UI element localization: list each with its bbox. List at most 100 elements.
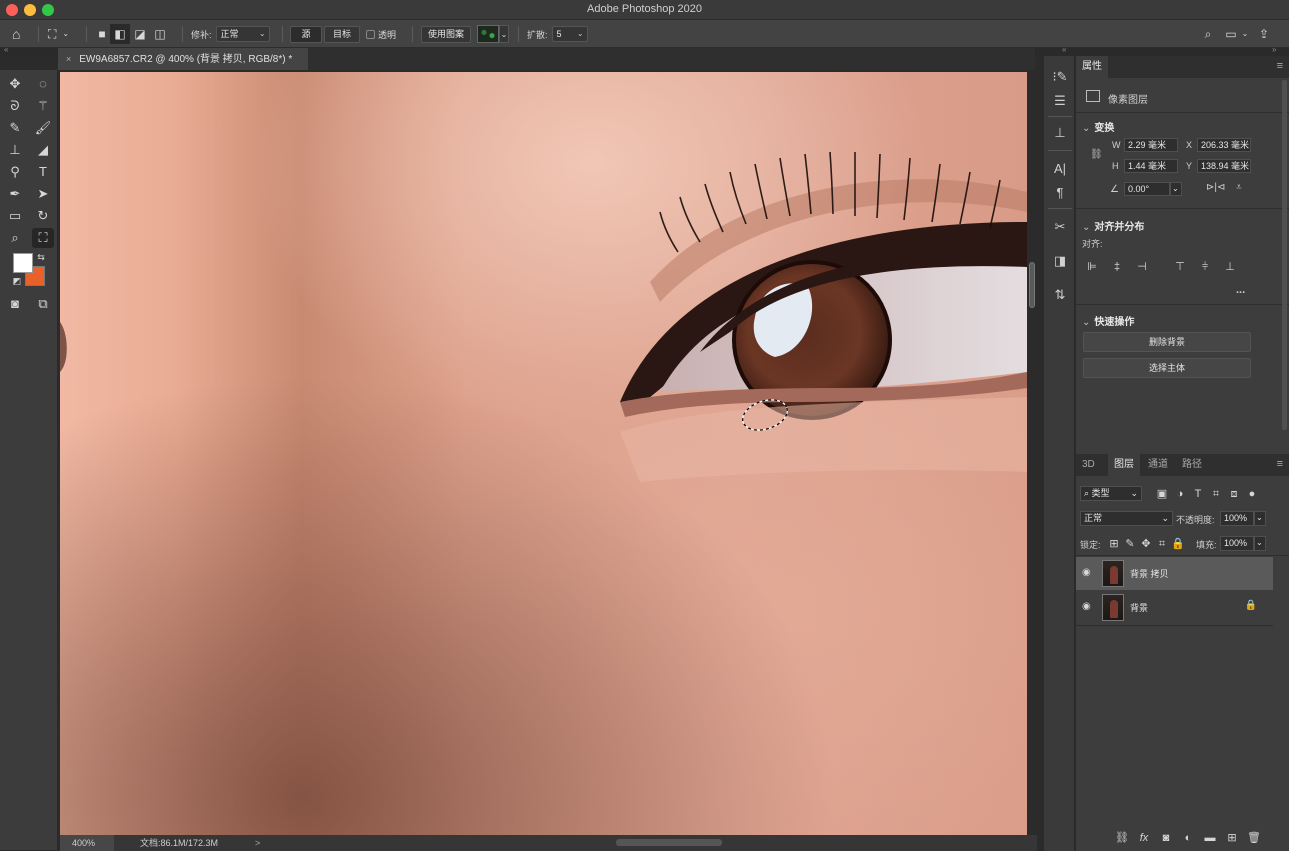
history-icon[interactable]: ⇅ bbox=[1048, 284, 1072, 306]
lock-transparent-icon[interactable]: ⊞ bbox=[1106, 536, 1122, 552]
patch-tool-icon[interactable]: ⛶ bbox=[32, 228, 54, 248]
add-to-selection-icon[interactable]: ◧ bbox=[110, 24, 130, 44]
patch-tool-preset-icon[interactable]: ⛶ bbox=[48, 24, 56, 44]
link-layers-icon[interactable]: ⛓ bbox=[1114, 830, 1130, 846]
magic-wand-tool-icon[interactable]: ⚚ bbox=[32, 96, 54, 116]
fx-icon[interactable]: fx bbox=[1136, 830, 1152, 846]
status-menu-arrow[interactable]: > bbox=[255, 835, 260, 851]
clone-source-icon[interactable]: ⊥ bbox=[1048, 122, 1072, 144]
type-tool-icon[interactable]: T bbox=[32, 162, 54, 182]
align-bottom-icon[interactable]: ⊥ bbox=[1222, 259, 1238, 275]
character-icon[interactable]: A| bbox=[1048, 158, 1072, 180]
tab-properties[interactable]: 属性 bbox=[1076, 56, 1108, 78]
tab-layers[interactable]: 图层 bbox=[1108, 454, 1140, 476]
pen-tool-icon[interactable]: ✒ bbox=[4, 184, 26, 204]
chevron-down-icon[interactable]: ⌄ bbox=[499, 25, 509, 43]
document-canvas[interactable] bbox=[60, 72, 1027, 835]
search-icon[interactable]: ⌕ bbox=[1198, 24, 1218, 44]
new-layer-icon[interactable]: ⊞ bbox=[1224, 830, 1240, 846]
tab-3d[interactable]: 3D bbox=[1076, 454, 1101, 476]
foreground-color-swatch[interactable] bbox=[13, 253, 33, 273]
add-mask-icon[interactable]: ◙ bbox=[1158, 830, 1174, 846]
subtract-selection-icon[interactable]: ◪ bbox=[130, 24, 150, 44]
opacity-field[interactable]: 100% bbox=[1220, 511, 1254, 526]
close-tab-icon[interactable]: × bbox=[66, 54, 71, 64]
chevron-down-icon[interactable]: ⌄ bbox=[1254, 511, 1266, 526]
chevron-down-icon[interactable]: ⌄ bbox=[1254, 536, 1266, 551]
brush-tool-icon[interactable]: 🖌 bbox=[32, 118, 54, 138]
quick-mask-icon[interactable]: ◙ bbox=[4, 294, 26, 314]
pattern-swatch[interactable] bbox=[477, 25, 499, 43]
zoom-tool-icon[interactable]: ⌕ bbox=[4, 228, 26, 248]
patch-mode-select[interactable]: 正常 ⌄ bbox=[215, 26, 270, 42]
clone-stamp-tool-icon[interactable]: ⊥ bbox=[4, 140, 26, 160]
layer-filter-select[interactable]: ⌕ 类型 ⌄ bbox=[1080, 486, 1142, 501]
workspace-icon[interactable]: ▭ bbox=[1222, 24, 1240, 44]
properties-scrollbar[interactable] bbox=[1282, 80, 1287, 430]
collapse-left-icon[interactable]: « bbox=[4, 45, 8, 54]
layer-row-background[interactable]: ◉ 背景 🔒 bbox=[1076, 591, 1273, 624]
width-field[interactable]: 2.29 毫米 bbox=[1124, 138, 1178, 152]
lock-position-icon[interactable]: ✥ bbox=[1138, 536, 1154, 552]
flip-vertical-icon[interactable]: ⩡ bbox=[1236, 182, 1242, 193]
source-button[interactable]: 源 bbox=[290, 25, 322, 43]
chevron-down-icon[interactable]: ⌄ bbox=[1240, 24, 1250, 44]
lock-image-icon[interactable]: ✎ bbox=[1122, 536, 1138, 552]
filter-pixel-icon[interactable]: ▣ bbox=[1154, 486, 1170, 502]
height-field[interactable]: 1.44 毫米 bbox=[1124, 159, 1178, 173]
remove-background-button[interactable]: 删除背景 bbox=[1083, 332, 1251, 352]
use-pattern-button[interactable]: 使用图案 bbox=[421, 25, 471, 43]
align-right-icon[interactable]: ⊣ bbox=[1134, 259, 1150, 275]
filter-adjustment-icon[interactable]: ◑ bbox=[1172, 486, 1188, 502]
horizontal-scroll-thumb[interactable] bbox=[616, 839, 722, 846]
eraser-tool-icon[interactable]: ◢ bbox=[32, 140, 54, 160]
align-vertical-center-icon[interactable]: ⫩ bbox=[1197, 259, 1213, 275]
angle-field[interactable]: 0.00° bbox=[1124, 182, 1170, 196]
panel-menu-icon[interactable]: ≡ bbox=[1277, 458, 1283, 470]
intersect-selection-icon[interactable]: ◫ bbox=[150, 24, 170, 44]
new-group-icon[interactable]: ▬ bbox=[1202, 830, 1218, 846]
panel-menu-icon[interactable]: ≡ bbox=[1277, 60, 1283, 72]
visibility-eye-icon[interactable]: ◉ bbox=[1082, 601, 1091, 612]
diffusion-select[interactable]: 5 ⌄ bbox=[551, 26, 588, 42]
chevron-down-icon[interactable]: ⌄ bbox=[62, 24, 69, 44]
filter-shape-icon[interactable]: ⌗ bbox=[1208, 486, 1224, 502]
share-icon[interactable]: ⇪ bbox=[1254, 24, 1274, 44]
tool-presets-icon[interactable]: ✂ bbox=[1048, 216, 1072, 238]
brush-settings-icon[interactable]: ⁝✎ bbox=[1048, 66, 1072, 88]
x-field[interactable]: 206.33 毫米 bbox=[1197, 138, 1251, 152]
chevron-down-icon[interactable]: ⌄ bbox=[1170, 182, 1182, 196]
paragraph-icon[interactable]: ¶ bbox=[1048, 182, 1072, 204]
layer-row-background-copy[interactable]: ◉ 背景 拷贝 bbox=[1076, 557, 1273, 590]
home-icon[interactable]: ⌂ bbox=[12, 24, 20, 44]
swap-colors-icon[interactable]: ⇆ bbox=[34, 250, 48, 264]
rectangle-tool-icon[interactable]: ▭ bbox=[4, 206, 26, 226]
align-section-title[interactable]: ⌄ 对齐并分布 bbox=[1082, 218, 1144, 233]
link-icon[interactable]: ⛓ bbox=[1090, 149, 1103, 160]
lock-artboard-icon[interactable]: ⌗ bbox=[1154, 536, 1170, 552]
align-top-icon[interactable]: ⊤ bbox=[1172, 259, 1188, 275]
select-subject-button[interactable]: 选择主体 bbox=[1083, 358, 1251, 378]
libraries-icon[interactable]: ◨ bbox=[1048, 250, 1072, 272]
dodge-tool-icon[interactable]: ⚲ bbox=[4, 162, 26, 182]
more-options-icon[interactable]: ... bbox=[1236, 284, 1245, 296]
visibility-eye-icon[interactable]: ◉ bbox=[1082, 567, 1091, 578]
vertical-scroll-thumb[interactable] bbox=[1029, 262, 1035, 308]
new-selection-icon[interactable]: ■ bbox=[94, 24, 110, 44]
filter-toggle-icon[interactable]: ● bbox=[1244, 486, 1260, 502]
adjustments-sliders-icon[interactable]: ☰ bbox=[1048, 90, 1072, 112]
align-left-icon[interactable]: ⊫ bbox=[1084, 259, 1100, 275]
default-colors-icon[interactable]: ◩ bbox=[10, 274, 24, 288]
adjustment-layer-icon[interactable]: ◐ bbox=[1180, 830, 1196, 846]
lasso-tool-icon[interactable]: ᘐ bbox=[4, 96, 26, 116]
collapse-middle-icon[interactable]: « bbox=[1062, 45, 1066, 54]
collapse-right-icon[interactable]: » bbox=[1272, 45, 1276, 54]
screen-mode-icon[interactable]: ⧉ bbox=[32, 294, 54, 314]
vertical-scrollbar[interactable] bbox=[1027, 72, 1037, 835]
target-button[interactable]: 目标 bbox=[324, 25, 360, 43]
move-tool-icon[interactable]: ✥ bbox=[4, 74, 26, 94]
filter-smart-object-icon[interactable]: ⧈ bbox=[1226, 486, 1242, 502]
filter-type-icon[interactable]: T bbox=[1190, 486, 1206, 502]
flip-horizontal-icon[interactable]: ⊳|⊲ bbox=[1206, 182, 1225, 193]
quick-actions-section-title[interactable]: ⌄ 快速操作 bbox=[1082, 313, 1134, 328]
